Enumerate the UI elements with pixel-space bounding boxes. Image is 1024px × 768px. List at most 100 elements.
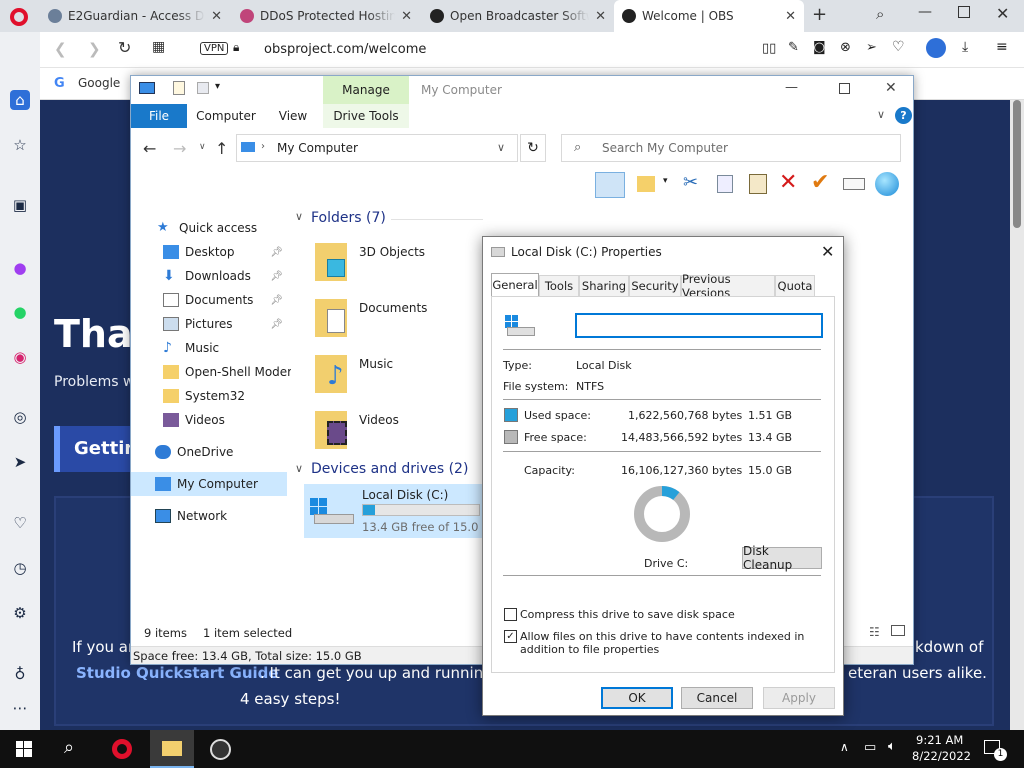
minimize-icon[interactable]: — <box>918 4 932 20</box>
ribbon-tab-file[interactable]: File <box>131 104 187 128</box>
network-tray-icon[interactable]: ▭ <box>864 740 876 755</box>
pin-icon[interactable]: 📌︎ <box>270 319 283 330</box>
devices-collapse-icon[interactable]: ∨ <box>295 462 303 475</box>
compress-label[interactable]: Compress this drive to save disk space <box>520 608 735 621</box>
folder-videos[interactable]: Videos <box>313 407 453 459</box>
ribbon-expand-icon[interactable]: ∨ <box>877 108 885 121</box>
tree-documents[interactable]: Documents 📌︎ <box>131 288 287 312</box>
lightbulb-icon[interactable]: ♁ <box>10 664 30 684</box>
ribbon-tab-computer[interactable]: Computer <box>193 104 259 128</box>
pin-icon[interactable]: 📌︎ <box>270 247 283 258</box>
favorite-icon[interactable]: ♡ <box>892 39 905 55</box>
address-dropdown-icon[interactable]: ∨ <box>497 141 505 154</box>
tree-system32[interactable]: System32 <box>131 384 287 408</box>
clock-time[interactable]: 9:21 AM <box>916 733 963 747</box>
delete-icon[interactable]: ✕ <box>779 170 797 195</box>
profile-icon[interactable] <box>926 38 946 58</box>
star-icon[interactable]: ☆ <box>10 135 30 155</box>
back-icon[interactable]: ← <box>143 139 156 158</box>
close-icon[interactable]: ✕ <box>211 9 222 24</box>
obs-taskbar-icon[interactable] <box>210 739 231 760</box>
cancel-button[interactable]: Cancel <box>681 687 753 709</box>
disk-cleanup-button[interactable]: Disk Cleanup <box>742 544 822 572</box>
reader-icon[interactable]: ▯▯ <box>762 41 776 56</box>
copy-icon[interactable] <box>717 175 733 193</box>
properties-shell-icon[interactable] <box>875 172 899 196</box>
pin-icon[interactable]: 📌︎ <box>270 271 283 282</box>
details-view-icon[interactable]: ☷ <box>869 625 880 639</box>
refresh-button[interactable]: ↻ <box>520 134 546 162</box>
check-icon[interactable]: ✔ <box>811 170 829 195</box>
tree-desktop[interactable]: Desktop 📌︎ <box>131 240 287 264</box>
up-icon[interactable]: ↑ <box>215 139 228 158</box>
close-icon[interactable]: ✕ <box>595 9 606 24</box>
tabs-grid-icon[interactable]: ▦ <box>152 39 165 55</box>
tab-previous-versions[interactable]: Previous Versions <box>681 272 775 300</box>
scroll-thumb[interactable] <box>1013 100 1021 228</box>
start-button[interactable] <box>16 741 32 757</box>
index-label[interactable]: Allow files on this drive to have conten… <box>520 630 820 656</box>
folders-collapse-icon[interactable]: ∨ <box>295 210 303 223</box>
vpn-badge[interactable]: VPN <box>200 42 229 55</box>
folder-options-icon[interactable] <box>637 176 655 192</box>
tree-onedrive[interactable]: OneDrive <box>131 440 287 464</box>
newfolder-qat-icon[interactable] <box>197 82 209 94</box>
tab-general[interactable]: General <box>491 273 539 296</box>
help-icon[interactable]: ? <box>895 107 912 124</box>
whatsapp-icon[interactable]: ● <box>10 302 30 322</box>
opera-taskbar-icon[interactable] <box>112 739 132 759</box>
more-icon[interactable]: ⋯ <box>10 698 30 718</box>
home-icon[interactable]: ⌂ <box>10 90 30 110</box>
tab-security[interactable]: Security <box>629 275 681 296</box>
send-tab-icon[interactable]: ➢ <box>866 40 877 55</box>
back-icon[interactable]: ❮ <box>54 40 67 58</box>
history-icon[interactable]: ◷ <box>10 558 30 578</box>
tree-network[interactable]: Network <box>131 504 287 528</box>
settings-icon[interactable]: ⚙ <box>10 603 30 623</box>
clock-date[interactable]: 8/22/2022 <box>912 749 971 763</box>
search-tabs-icon[interactable]: ⌕ <box>876 5 884 23</box>
close-icon[interactable]: ✕ <box>401 9 412 24</box>
tree-pictures[interactable]: Pictures 📌︎ <box>131 312 287 336</box>
dropdown-icon[interactable]: ▾ <box>663 176 668 186</box>
compress-checkbox[interactable] <box>504 608 517 621</box>
instagram-icon[interactable]: ◉ <box>10 347 30 367</box>
volume-tray-icon[interactable]: 🔈︎ <box>888 739 896 754</box>
recent-dropdown-icon[interactable]: ∨ <box>199 142 206 152</box>
reload-icon[interactable]: ↻ <box>118 38 131 57</box>
camera-icon[interactable]: ◙ <box>813 40 826 55</box>
devices-header[interactable]: Devices and drives (2) <box>311 461 468 477</box>
address-box[interactable]: › My Computer ∨ <box>236 134 518 162</box>
qat-dropdown-icon[interactable]: ▾ <box>215 81 220 92</box>
tab-ddos[interactable]: DDoS Protected Hosting ✕ <box>232 0 420 32</box>
bag-icon[interactable]: ▣ <box>10 195 30 215</box>
ribbon-tab-view[interactable]: View <box>269 104 317 128</box>
download-icon[interactable]: ⤓ <box>962 39 968 55</box>
forward-icon[interactable]: → <box>173 139 186 158</box>
bookmark-google[interactable]: Google <box>78 76 120 90</box>
folder-3d-objects[interactable]: 3D Objects <box>313 239 453 291</box>
tab-e2guardian[interactable]: E2Guardian - Access Deni ✕ <box>40 0 230 32</box>
preview-pane-icon[interactable] <box>595 172 625 198</box>
player-icon[interactable]: ◎ <box>10 407 30 427</box>
tab-welcome-obs[interactable]: Welcome | OBS ✕ <box>614 0 804 32</box>
paste-icon[interactable] <box>749 174 767 194</box>
edit-icon[interactable]: ✎ <box>788 40 799 55</box>
page-scrollbar[interactable] <box>1010 100 1024 730</box>
drive-tile[interactable]: Local Disk (C:) 13.4 GB free of 15.0 GB <box>304 484 499 538</box>
tiles-view-icon[interactable] <box>891 625 905 636</box>
tree-my-computer[interactable]: My Computer <box>131 472 287 496</box>
url-text[interactable]: obsproject.com/welcome <box>264 42 426 57</box>
tab-sharing[interactable]: Sharing <box>579 275 629 296</box>
drive-label-input[interactable] <box>575 313 823 338</box>
send-icon[interactable]: ➤ <box>10 452 30 472</box>
pin-icon[interactable]: 📌︎ <box>270 295 283 306</box>
tree-downloads[interactable]: ⬇ Downloads 📌︎ <box>131 264 287 288</box>
folder-music[interactable]: ♪ Music <box>313 351 453 403</box>
tree-music[interactable]: ♪ Music <box>131 336 287 360</box>
menu-icon[interactable]: ≡ <box>996 39 1008 55</box>
folders-header[interactable]: Folders (7) <box>311 210 386 226</box>
rename-icon[interactable] <box>843 178 865 190</box>
tab-obs-software[interactable]: Open Broadcaster Softwa ✕ <box>422 0 614 32</box>
index-checkbox[interactable]: ✓ <box>504 630 517 643</box>
